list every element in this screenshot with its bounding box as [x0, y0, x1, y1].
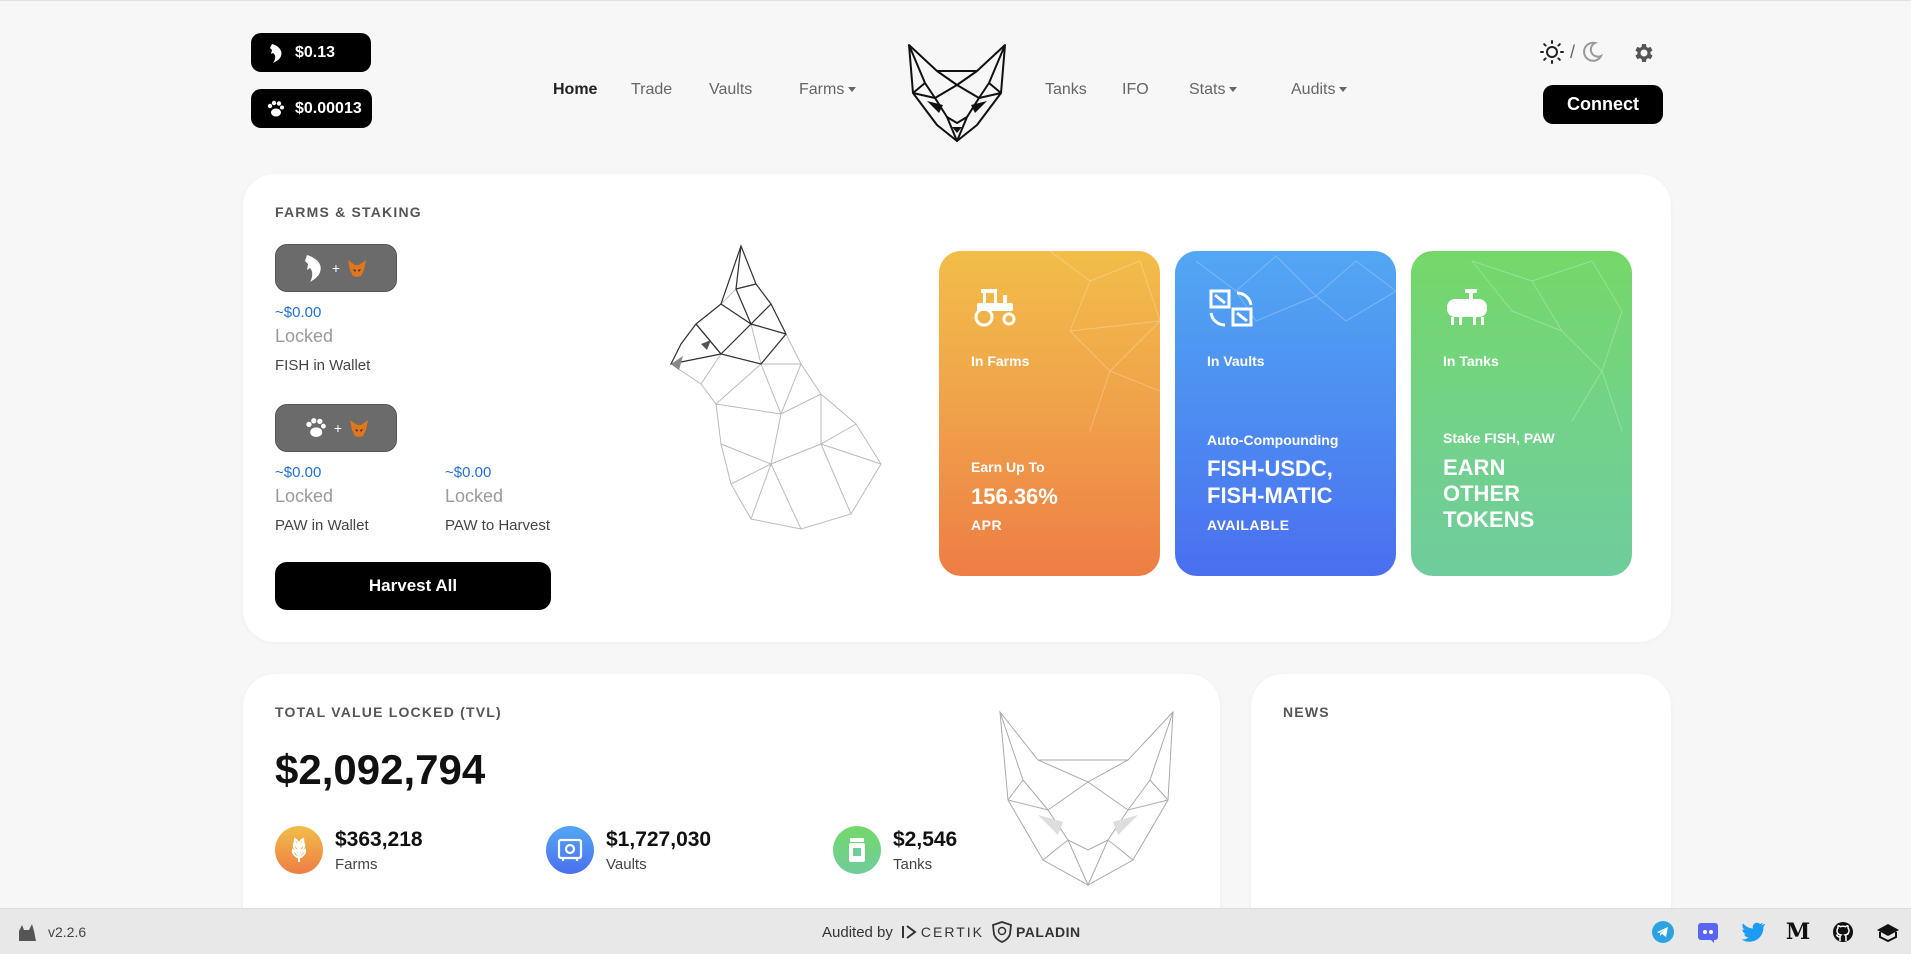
fish-icon [304, 255, 321, 282]
github-icon[interactable] [1830, 919, 1856, 945]
tvl-total-value: $2,092,794 [275, 746, 486, 793]
vault-compound-icon [1209, 289, 1253, 327]
twitter-icon[interactable] [1740, 919, 1766, 945]
tvl-farms-value: $363,218 [335, 827, 423, 851]
add-paw-to-metamask-button[interactable]: + [275, 404, 397, 452]
fish-locked-usd: ~$0.00 [275, 304, 322, 321]
nav-ifo[interactable]: IFO [1122, 81, 1149, 99]
theme-toggle[interactable]: / [1540, 40, 1604, 64]
earn-up-to-label: Earn Up To [971, 459, 1045, 475]
auto-compounding-label: Auto-Compounding [1207, 432, 1339, 448]
tank-icon [1447, 289, 1487, 325]
nav-audits-dropdown[interactable]: Audits [1291, 81, 1347, 99]
tokens-line: TOKENS [1443, 507, 1535, 532]
connect-button[interactable]: Connect [1543, 85, 1663, 124]
telegram-icon[interactable] [1650, 919, 1676, 945]
paw-price-badge[interactable]: $0.00013 [251, 89, 372, 128]
other-line: OTHER [1443, 481, 1520, 506]
paw-harvest-locked-usd: ~$0.00 [445, 464, 492, 481]
paw-icon [306, 418, 326, 437]
version-info: v2.2.6 [16, 921, 86, 943]
tvl-tanks-label: Tanks [893, 855, 933, 873]
fish-in-wallet-label: FISH in Wallet [275, 357, 371, 374]
nav-trade[interactable]: Trade [631, 81, 672, 99]
cat-small-icon [19, 924, 36, 941]
discord-icon[interactable] [1695, 919, 1721, 945]
tractor-icon [974, 289, 1016, 327]
earn-line: EARN [1443, 455, 1506, 480]
certik-label: CERTIK [920, 924, 984, 940]
certik-link[interactable]: CERTIK [901, 924, 984, 940]
paw-icon [267, 100, 284, 116]
wheat-icon [275, 826, 323, 874]
tvl-farms-item: $363,218 Farms [275, 826, 423, 874]
plus-sign: + [333, 420, 343, 436]
tvl-title: TOTAL VALUE LOCKED (TVL) [275, 704, 502, 720]
available-label: AVAILABLE [1207, 517, 1290, 533]
vaults-promo-card[interactable]: In Vaults Auto-Compounding FISH-USDC, FI… [1175, 251, 1396, 576]
tvl-tanks-value: $2,546 [893, 827, 958, 851]
farms-staking-card: FARMS & STAKING + ~$0.00 Locked FISH in … [243, 174, 1671, 642]
metamask-fox-icon [350, 420, 369, 437]
tank-jar-icon [833, 826, 881, 874]
vaults-pair-2: FISH-MATIC [1207, 483, 1333, 508]
tvl-tanks-item: $2,546 Tanks [833, 826, 957, 874]
audited-by-label: Audited by [822, 923, 893, 941]
sun-icon[interactable] [1540, 40, 1564, 64]
vaults-pair-1: FISH-USDC, [1207, 456, 1333, 481]
footer-bar: v2.2.6 Audited by CERTIK PALADIN M [0, 908, 1911, 954]
gitbook-docs-icon[interactable] [1875, 919, 1901, 945]
paladin-label: PALADIN [1015, 924, 1081, 940]
social-links: M [1650, 919, 1901, 945]
moon-icon[interactable] [1581, 41, 1604, 63]
paladin-shield-icon [992, 921, 1012, 943]
metamask-fox-icon [348, 260, 367, 277]
paw-harvest-locked-label: Locked [445, 486, 504, 506]
in-tanks-label: In Tanks [1443, 353, 1499, 369]
paw-wallet-locked-usd: ~$0.00 [275, 464, 322, 481]
add-fish-to-metamask-button[interactable]: + [275, 244, 397, 292]
cat-face-illustration [999, 710, 1174, 887]
paw-in-wallet-label: PAW in Wallet [275, 517, 369, 534]
apr-label: APR [971, 517, 1003, 533]
paladin-link[interactable]: PALADIN [992, 921, 1081, 943]
nav-farms-dropdown[interactable]: Farms [799, 81, 856, 99]
tvl-farms-label: Farms [335, 855, 378, 873]
cat-silhouette-illustration [669, 244, 882, 530]
nav-stats-dropdown[interactable]: Stats [1189, 81, 1237, 99]
farms-staking-title: FARMS & STAKING [275, 204, 422, 220]
fish-locked-label: Locked [275, 326, 334, 346]
paw-to-harvest-label: PAW to Harvest [445, 517, 551, 534]
safe-icon [546, 826, 594, 874]
in-vaults-label: In Vaults [1207, 353, 1265, 369]
nav-tanks[interactable]: Tanks [1045, 81, 1087, 99]
version-label: v2.2.6 [48, 924, 87, 940]
audited-by: Audited by CERTIK PALADIN [822, 921, 1081, 943]
farms-apr-value: 156.36% [971, 484, 1058, 509]
cat-logo[interactable] [905, 43, 1009, 143]
nav-home[interactable]: Home [553, 81, 597, 99]
farms-promo-card[interactable]: In Farms Earn Up To 156.36% APR [939, 251, 1160, 576]
paw-price: $0.00013 [295, 99, 362, 117]
nav-vaults[interactable]: Vaults [709, 81, 752, 99]
fish-icon [270, 43, 282, 63]
tvl-vaults-value: $1,727,030 [606, 827, 712, 851]
theme-separator: / [1570, 41, 1576, 62]
tvl-vaults-item: $1,727,030 Vaults [546, 826, 711, 874]
settings-gear-icon[interactable] [1631, 41, 1655, 65]
medium-icon[interactable]: M [1785, 919, 1811, 945]
stake-fish-paw-label: Stake FISH, PAW [1443, 430, 1555, 446]
plus-sign: + [331, 260, 341, 276]
fish-price-badge[interactable]: $0.13 [251, 33, 371, 72]
mesh-decoration [1050, 251, 1160, 432]
harvest-all-button[interactable]: Harvest All [275, 562, 551, 610]
news-title: NEWS [1283, 704, 1330, 720]
in-farms-label: In Farms [971, 353, 1030, 369]
tanks-promo-card[interactable]: In Tanks Stake FISH, PAW EARN OTHER TOKE… [1411, 251, 1632, 576]
certik-logo-icon [901, 925, 917, 939]
paw-wallet-locked-label: Locked [275, 486, 334, 506]
fish-price: $0.13 [295, 43, 336, 61]
tvl-vaults-label: Vaults [606, 855, 647, 873]
